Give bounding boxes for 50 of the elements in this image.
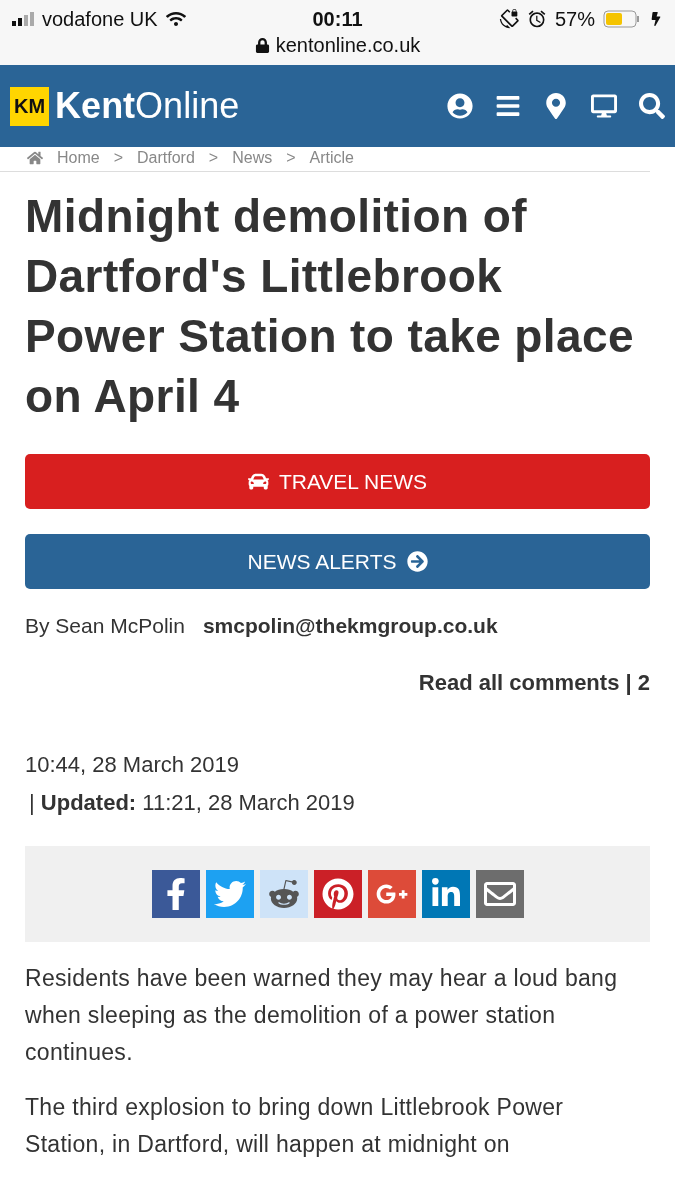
comments-link[interactable]: Read all comments | 2 [25, 670, 650, 696]
car-icon [247, 471, 269, 492]
alarm-icon [526, 9, 547, 29]
site-logo[interactable]: KentOnline [55, 85, 240, 127]
logo-badge[interactable]: KM [10, 86, 50, 126]
menu-icon[interactable] [495, 93, 521, 119]
travel-news-button[interactable]: TRAVEL NEWS [25, 454, 650, 509]
author-name: By Sean McPolin [25, 614, 185, 638]
monitor-icon[interactable] [591, 93, 617, 119]
published-date: 10:44, 28 March 2019 [25, 752, 241, 778]
article-paragraph: The third explosion to bring down Littlebrook Power Station, in Dartford, will happen at midnight on [25, 1093, 565, 1159]
home-icon[interactable] [27, 150, 43, 166]
battery-percent: 57% [554, 7, 595, 31]
pinterest-logo-icon [321, 878, 354, 910]
twitter-logo-icon [213, 878, 246, 910]
news-alerts-button[interactable]: NEWS ALERTS [25, 534, 650, 589]
breadcrumb-link[interactable]: Article [309, 149, 354, 167]
updated-date: 11:21, 28 March 2019 [141, 790, 355, 815]
arrow-right-icon [406, 551, 428, 572]
updated-label: Updated: [40, 790, 137, 815]
breadcrumb-separator: > [113, 149, 124, 167]
search-icon[interactable] [639, 93, 665, 119]
reddit-logo-icon [267, 878, 300, 910]
pinterest-share-button[interactable] [313, 870, 362, 918]
email-share-button[interactable] [475, 870, 524, 918]
account-icon[interactable] [447, 93, 473, 119]
linkedin-share-button[interactable] [421, 870, 470, 918]
google-plus-share-button[interactable] [367, 870, 416, 918]
reddit-share-button[interactable] [259, 870, 308, 918]
author-email-link[interactable]: smcpolin@thekmgroup.co.uk [202, 614, 498, 638]
carrier-name: vodafone UK [42, 7, 158, 31]
article-title: Midnight demolition of Dartford's Littlebrook Power Station to take place on April 4 [25, 189, 635, 424]
signal-icon [12, 12, 34, 26]
breadcrumb-link[interactable]: News [232, 149, 273, 167]
breadcrumb-separator: > [208, 149, 219, 167]
breadcrumb-separator: > [286, 149, 296, 167]
breadcrumb-link[interactable]: Home [57, 149, 100, 167]
breadcrumb-link[interactable]: Dartford [137, 149, 195, 167]
wifi-icon [165, 9, 186, 29]
lock-icon [254, 38, 270, 53]
updated-separator: | [29, 790, 36, 815]
facebook-share-button[interactable] [151, 870, 200, 918]
clock-time: 00:11 [312, 7, 363, 31]
battery-icon [603, 10, 641, 28]
twitter-share-button[interactable] [205, 870, 254, 918]
article-paragraph: Residents have been warned they may hear a loud bang when sleeping as the demolition of a power station continues. [25, 964, 619, 1067]
rotation-lock-icon [498, 9, 519, 29]
location-pin-icon[interactable] [543, 93, 569, 119]
charging-icon [649, 12, 663, 26]
page-url[interactable]: kentonline.co.uk [275, 34, 421, 57]
